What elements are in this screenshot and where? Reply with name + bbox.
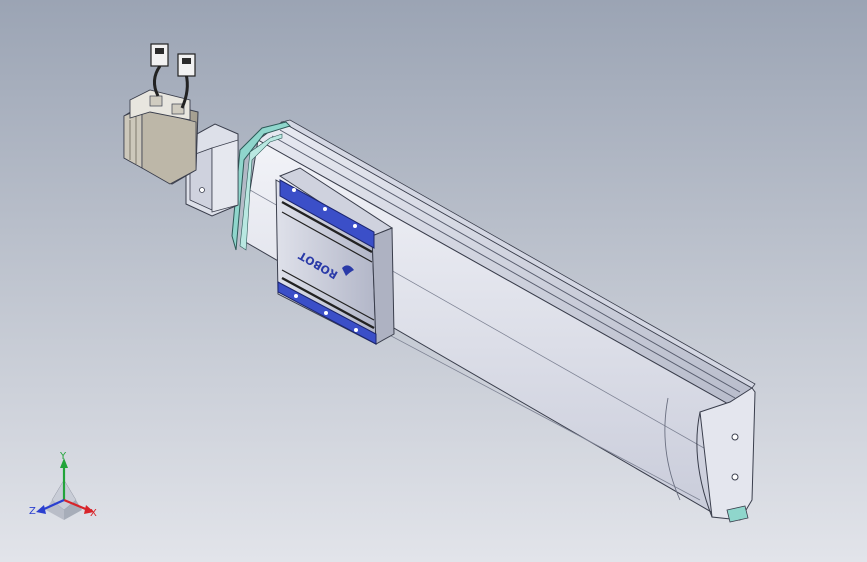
orientation-triad[interactable]: Y X Z: [29, 451, 97, 520]
cad-viewport[interactable]: ROBOT Y X Z: [0, 0, 867, 562]
y-axis-label: Y: [59, 451, 67, 462]
servo-motor: [123, 89, 199, 185]
z-axis-label: Z: [29, 506, 36, 517]
linear-actuator-model[interactable]: ROBOT Y X Z: [0, 0, 867, 562]
x-axis-label: X: [90, 508, 97, 519]
rail-body: [241, 119, 756, 518]
